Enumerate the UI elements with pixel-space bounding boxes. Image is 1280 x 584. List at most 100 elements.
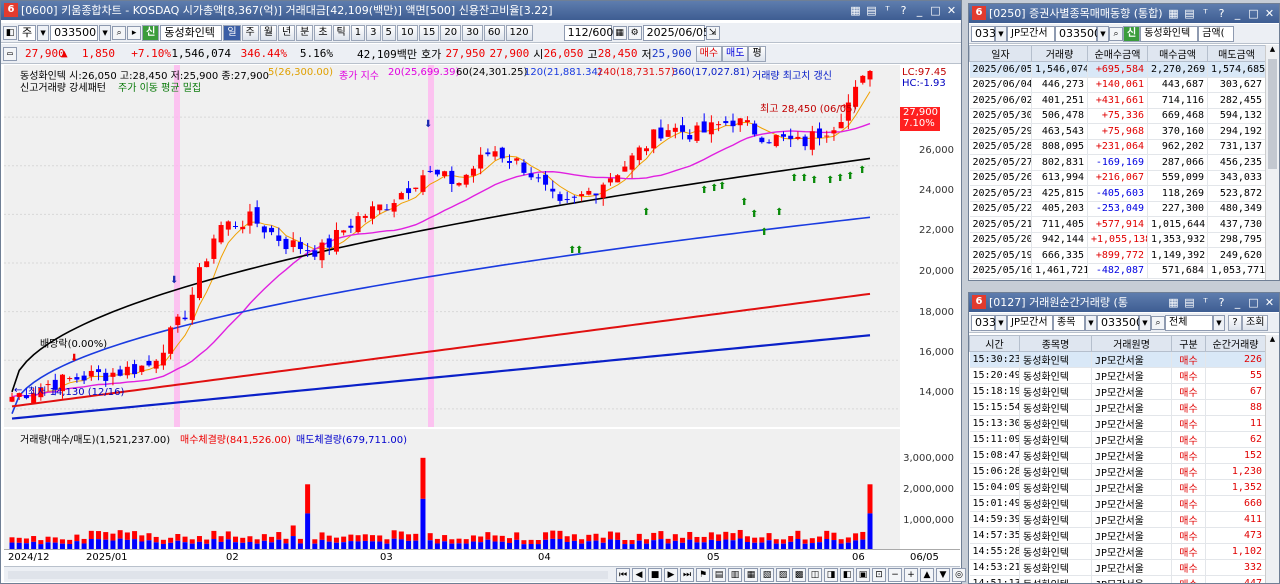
count-input[interactable]: 112/600 [563, 24, 613, 41]
table-row[interactable]: 2025/05/29 463,543 +75,968 370,160 294,192 [969, 123, 1265, 140]
chevron-down-icon[interactable]: ▼ [1097, 25, 1109, 42]
table-row[interactable]: 14:55:28 동성화인텍 JP모간서울 매수 1,102 [969, 543, 1265, 560]
help-icon[interactable]: ? [1214, 4, 1229, 23]
link-icon[interactable]: ▦ [848, 1, 863, 20]
pin-icon[interactable]: ᵀ [1198, 4, 1213, 23]
scroll-track[interactable] [8, 571, 608, 579]
tool-icon[interactable]: ◨ [824, 568, 838, 582]
table-row[interactable]: 2025/06/04 446,273 +140,061 443,687 303,627 [969, 77, 1265, 93]
column-header[interactable]: 거래량 [1031, 45, 1088, 62]
tool-icon[interactable]: ⚑ [696, 568, 710, 582]
tab-second[interactable]: 초 [314, 24, 332, 41]
help-icon[interactable]: ? [896, 1, 911, 20]
broker-name[interactable]: JP모간서 [1007, 25, 1055, 42]
tab-week[interactable]: 주 [241, 24, 259, 41]
link-icon[interactable]: ▦ [1166, 4, 1181, 23]
chevron-down-icon[interactable]: ▼ [995, 25, 1007, 42]
pin-icon[interactable]: ᵀ [1198, 293, 1213, 312]
tool-icon[interactable]: ◧ [840, 568, 854, 582]
pin-icon[interactable]: ᵀ [880, 1, 895, 20]
interval-20[interactable]: 20 [440, 24, 462, 41]
close-icon[interactable]: ✕ [1262, 4, 1277, 23]
close-icon[interactable]: ✕ [1262, 293, 1277, 312]
column-header[interactable]: 종목명 [1019, 335, 1092, 352]
chevron-down-icon[interactable]: ▼ [37, 24, 50, 41]
help-button[interactable]: ? [1228, 314, 1242, 331]
table-row[interactable]: 2025/05/22 405,203 -253,049 227,300 480,349 [969, 201, 1265, 217]
reset-icon[interactable]: ◎ [952, 568, 966, 582]
interval-5[interactable]: 5 [381, 24, 396, 41]
mode-select[interactable]: 금액( [1198, 25, 1235, 42]
prev-icon[interactable]: ◀ [632, 568, 646, 582]
history-icon[interactable]: ▸ [127, 25, 142, 40]
column-header[interactable]: 순간거래량 [1205, 335, 1265, 352]
tool-icon[interactable]: ◫ [808, 568, 822, 582]
chart-titlebar[interactable]: 6 [0600] 키움종합차트 - KOSDAQ 시가총액[8,367(억)] 거… [1, 1, 961, 20]
tab-month[interactable]: 월 [259, 24, 277, 41]
price-chart[interactable]: ⬇ ⬇ ⬆ ⬆ ⬆ ⬆ ⬆ ⬆ ⬆ ⬆ ⬆ ⬆ ⬆ ⬆ ⬆ ⬆ ⬆ ⬆ ⬆ ⬇ → ← 동성화인텍 시:26,050 고:… [4, 65, 900, 427]
interval-60[interactable]: 60 [483, 24, 505, 41]
tool-icon[interactable]: ▧ [760, 568, 774, 582]
sell-button[interactable]: 매도 [722, 45, 749, 62]
maximize-icon[interactable]: □ [1246, 293, 1261, 312]
table-row[interactable]: 2025/05/20 942,144 +1,055,138 1,353,932 298,… [969, 232, 1265, 248]
column-header[interactable]: 일자 [969, 45, 1032, 62]
tool-icon[interactable]: ▨ [776, 568, 790, 582]
help-icon[interactable]: ? [1214, 293, 1229, 312]
stock-code-input[interactable]: 033500 [50, 24, 99, 41]
table-row[interactable]: 15:13:30 동성화인텍 JP모간서울 매수 11 [969, 415, 1265, 432]
search-icon[interactable]: ⌕ [1151, 315, 1165, 330]
up-icon[interactable]: ▲ [920, 568, 934, 582]
minimize-icon[interactable]: _ [912, 1, 927, 20]
trades-titlebar[interactable]: 6 [0127] 거래원순간거래량 (통 ▦ ▤ ᵀ ? _ □ ✕ [969, 293, 1279, 312]
table-row[interactable]: 2025/05/16 1,461,721 -482,087 571,684 1,053,… [969, 263, 1265, 279]
table-row[interactable]: 15:06:28 동성화인텍 JP모간서울 매수 1,230 [969, 463, 1265, 480]
calendar-icon[interactable]: ▦ [612, 25, 627, 40]
scroll-thumb[interactable] [1268, 59, 1277, 169]
down-icon[interactable]: ▼ [936, 568, 950, 582]
broker-code-input[interactable]: 033 [971, 25, 996, 42]
table-row[interactable]: 14:59:39 동성화인텍 JP모간서울 매수 411 [969, 511, 1265, 528]
column-header[interactable]: 순매수금액 [1087, 45, 1148, 62]
grid-icon[interactable]: ▤ [1182, 293, 1197, 312]
tab-year[interactable]: 년 [277, 24, 296, 41]
tool-icon[interactable]: ▣ [856, 568, 870, 582]
tab-tick[interactable]: 틱 [332, 24, 350, 41]
close-icon[interactable]: ✕ [944, 1, 959, 20]
table-row[interactable]: 15:15:54 동성화인텍 JP모간서울 매수 88 [969, 399, 1265, 416]
expand-icon[interactable]: ⇲ [705, 25, 720, 40]
scroll-up-icon[interactable]: ▲ [1266, 45, 1279, 57]
period-select[interactable]: 주 [18, 24, 37, 41]
chevron-down-icon[interactable]: ▼ [995, 314, 1007, 331]
stock-code-input[interactable]: 033500 [1097, 314, 1143, 331]
search-icon[interactable]: ⌕ [112, 25, 127, 40]
stock-code-input[interactable]: 033500 [1055, 25, 1101, 42]
table-row[interactable]: 15:30:23 동성화인텍 JP모간서울 매수 226 [969, 351, 1265, 368]
broker-name[interactable]: JP모간서 [1007, 314, 1053, 331]
table-row[interactable]: 2025/05/26 613,994 +216,067 559,099 343,033 [969, 170, 1265, 186]
stock-name[interactable]: 동성화인텍 [1140, 25, 1199, 42]
tab-minute[interactable]: 분 [296, 24, 314, 41]
minimize-icon[interactable]: _ [1230, 4, 1245, 23]
table-row[interactable]: 2025/05/28 808,095 +231,064 962,202 731,137 [969, 139, 1265, 155]
table-row[interactable]: 2025/05/23 425,815 -405,603 118,269 523,872 [969, 185, 1265, 202]
tool-icon[interactable]: ▤ [712, 568, 726, 582]
eval-button[interactable]: 평 [748, 45, 766, 62]
minimize-icon[interactable]: _ [1230, 293, 1245, 312]
table-row[interactable]: 2025/05/30 506,478 +75,336 669,468 594,132 [969, 108, 1265, 124]
broker-code-input[interactable]: 033 [971, 314, 996, 331]
volume-chart[interactable]: 거래량(매수/매도)(1,521,237.00) 매수체결량(841,526.0… [4, 429, 900, 549]
tab-day[interactable]: 일 [223, 24, 241, 41]
tool-icon[interactable]: ⊡ [872, 568, 886, 582]
grid-icon[interactable]: ▤ [1182, 4, 1197, 23]
query-button[interactable]: 조회 [1242, 314, 1269, 331]
settings-icon[interactable]: ⚙ [627, 25, 642, 40]
trades-scrollbar[interactable]: ▲ [1265, 335, 1279, 583]
zoom-out-icon[interactable]: − [888, 568, 902, 582]
table-row[interactable]: 2025/05/21 711,405 +577,914 1,015,644 437,73… [969, 216, 1265, 233]
tool-icon[interactable]: ▥ [728, 568, 742, 582]
table-row[interactable]: 2025/06/05 1,546,074 +695,584 2,270,269 1,57… [969, 61, 1265, 78]
grid-icon[interactable]: ▤ [864, 1, 879, 20]
maximize-icon[interactable]: □ [1246, 4, 1261, 23]
interval-15[interactable]: 15 [418, 24, 440, 41]
